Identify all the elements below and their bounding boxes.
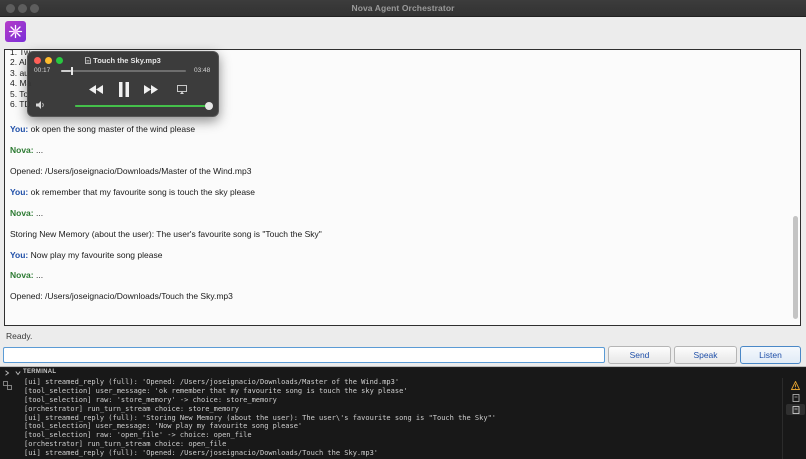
terminal-line: [tool_selection] raw: 'store_memory' -> … [24,395,277,404]
speaker-label: Nova: [10,270,34,280]
terminal-output[interactable]: [ui] streamed_reply (full): 'Opened: /Us… [24,378,496,459]
terminal-line: [tool_selection] user_message: 'Now play… [24,422,303,431]
message-text: ok open the song master of the wind plea… [28,124,196,134]
progress-scrubber[interactable] [71,67,73,75]
terminal-line: [ui] streamed_reply (full): 'Storing New… [24,413,497,422]
terminal-line: [tool_selection] raw: 'open_file' -> cho… [24,431,252,440]
file-icon [85,57,92,64]
terminal-line: [orchestrator] run_turn_stream choice: o… [24,440,227,449]
speaker-label: Nova: [10,145,34,155]
assistant-message: Nova: ... [10,270,43,280]
terminal-tab-icon [792,405,800,414]
assistant-message: Nova: ... [10,208,43,218]
terminal-tab-icon[interactable] [792,394,800,402]
message-text: ... [33,145,44,155]
rewind-icon[interactable] [88,82,104,96]
terminal-line: [orchestrator] run_turn_stream choice: s… [24,404,239,413]
speaker-label: You: [10,124,29,134]
terminal-panel[interactable]: TERMINAL [ui] streamed_reply (full): 'Op… [0,368,806,459]
remaining-time: 03:48 [194,67,211,74]
chevron-right-icon[interactable] [4,370,10,376]
listen-button[interactable]: Listen [740,346,801,364]
chevron-down-icon[interactable] [15,370,21,376]
user-message: You: ok remember that my favourite song … [10,187,255,197]
volume-fill [75,105,209,107]
message-text: Storing New Memory (about the user): The… [10,229,322,239]
speaker-label: Nova: [10,208,34,218]
message-text: ok remember that my favourite song is to… [28,187,256,197]
assistant-message: Nova: ... [10,145,43,155]
terminal-tab-selected[interactable] [786,404,805,415]
progress-bar[interactable] [61,70,186,72]
media-player-window[interactable]: Touch the Sky.mp3 00:17 03:48 [27,51,219,117]
message-text: Opened: /Users/joseignacio/Downloads/Mas… [10,166,252,176]
volume-knob[interactable] [205,102,213,110]
pause-icon[interactable] [116,81,132,97]
terminal-tabs-column [782,378,806,459]
message-text: Now play my favourite song please [28,250,163,260]
volume-icon[interactable] [35,100,47,110]
send-button[interactable]: Send [608,346,671,364]
user-message: You: Now play my favourite song please [10,250,162,260]
window-title: Nova Agent Orchestrator [351,3,455,13]
message-text: ... [33,270,44,280]
system-message: Opened: /Users/joseignacio/Downloads/Mas… [10,166,251,176]
system-message: Storing New Memory (about the user): The… [10,229,322,239]
player-title: Touch the Sky.mp3 [28,56,218,65]
chat-scrollbar-thumb[interactable] [793,216,798,319]
speaker-label: You: [10,250,29,260]
speak-button[interactable]: Speak [674,346,737,364]
message-input[interactable] [3,347,605,363]
progress-fill [61,70,71,72]
terminal-title: TERMINAL [23,369,57,375]
message-text: Opened: /Users/joseignacio/Downloads/Tou… [10,291,233,301]
airplay-icon[interactable] [175,82,189,96]
split-terminal-icon[interactable] [3,381,12,390]
speaker-label: You: [10,187,29,197]
status-text: Ready. [6,331,33,341]
player-title-text: Touch the Sky.mp3 [93,56,161,65]
warning-icon[interactable] [791,381,800,390]
user-message: You: ok open the song master of the wind… [10,124,195,134]
app-logo-icon [5,21,26,42]
message-text: ... [33,208,44,218]
terminal-line: [ui] streamed_reply (full): 'Opened: /Us… [24,449,379,458]
logo-row [0,17,806,47]
terminal-line: [ui] streamed_reply (full): 'Opened: /Us… [24,378,400,386]
elapsed-time: 00:17 [34,67,51,74]
volume-slider[interactable] [75,105,209,107]
terminal-line: [tool_selection] user_message: 'ok remem… [24,386,408,395]
fast-forward-icon[interactable] [143,82,159,96]
title-bar: Nova Agent Orchestrator [0,0,806,17]
screen: Nova Agent Orchestrator 1. Tw 2. Al 3. a… [0,0,806,459]
system-message: Opened: /Users/joseignacio/Downloads/Tou… [10,291,233,301]
terminal-header: TERMINAL [0,368,806,378]
